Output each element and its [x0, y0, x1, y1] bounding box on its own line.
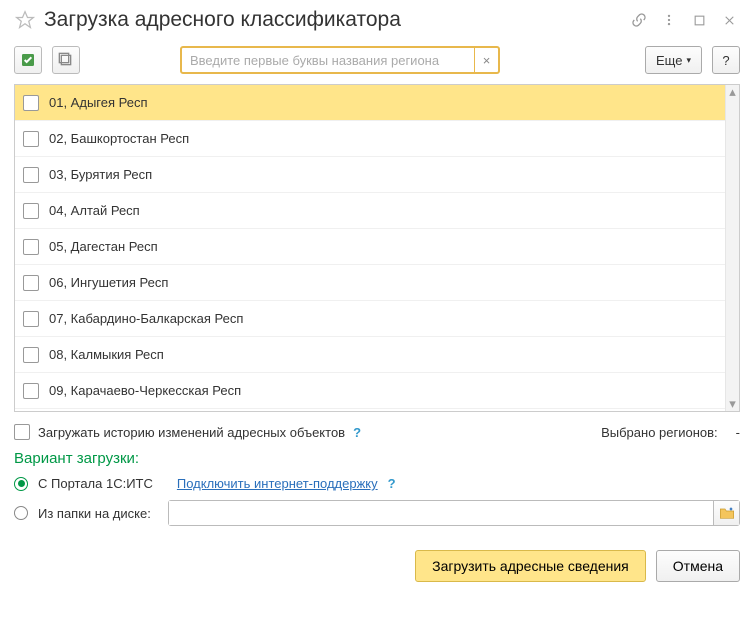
folder-path-field[interactable] [168, 500, 740, 526]
close-icon[interactable] [718, 9, 740, 31]
variant-section-label: Вариант загрузки: [0, 448, 754, 473]
load-button[interactable]: Загрузить адресные сведения [415, 550, 646, 582]
region-label: 08, Калмыкия Респ [49, 347, 164, 362]
region-label: 04, Алтай Респ [49, 203, 140, 218]
list-item[interactable]: 03, Бурятия Респ [15, 157, 725, 193]
chevron-down-icon: ▾ [686, 55, 691, 66]
help-button[interactable]: ? [712, 46, 740, 74]
checkbox-icon[interactable] [23, 311, 39, 327]
link-icon[interactable] [628, 9, 650, 31]
window-title: Загрузка адресного классификатора [44, 8, 620, 32]
region-label: 07, Кабардино-Балкарская Респ [49, 311, 243, 326]
connect-support-link[interactable]: Подключить интернет-поддержку [177, 476, 378, 491]
scrollbar[interactable]: ▴ ▾ [725, 85, 739, 411]
more-button[interactable]: Еще ▾ [645, 46, 702, 74]
folder-path-input[interactable] [169, 501, 713, 525]
folder-icon [719, 506, 735, 520]
list-item[interactable]: 01, Адыгея Респ [15, 85, 725, 121]
cancel-button[interactable]: Отмена [656, 550, 740, 582]
radio-portal-label: С Портала 1С:ИТС [38, 476, 153, 491]
checkbox-icon[interactable] [23, 203, 39, 219]
search-input[interactable] [182, 48, 474, 72]
region-label: 05, Дагестан Респ [49, 239, 158, 254]
help-icon[interactable]: ? [353, 425, 361, 440]
checkbox-icon[interactable] [23, 275, 39, 291]
region-label: 02, Башкортостан Респ [49, 131, 189, 146]
scroll-down-icon[interactable]: ▾ [726, 397, 739, 411]
scroll-up-icon[interactable]: ▴ [726, 85, 739, 99]
more-label: Еще [656, 53, 682, 68]
region-label: 01, Адыгея Респ [49, 95, 148, 110]
list-item[interactable]: 07, Кабардино-Балкарская Респ [15, 301, 725, 337]
search-field[interactable]: × [180, 46, 500, 74]
list-item[interactable]: 05, Дагестан Респ [15, 229, 725, 265]
load-history-checkbox[interactable] [14, 424, 30, 440]
browse-folder-button[interactable] [713, 501, 739, 525]
region-label: 06, Ингушетия Респ [49, 275, 168, 290]
selected-value: - [736, 425, 740, 440]
checkbox-icon[interactable] [23, 347, 39, 363]
selected-label: Выбрано регионов: [601, 425, 718, 440]
list-item[interactable]: 04, Алтай Респ [15, 193, 725, 229]
list-item[interactable]: 08, Калмыкия Респ [15, 337, 725, 373]
search-clear-button[interactable]: × [474, 48, 498, 72]
list-item[interactable]: 06, Ингушетия Респ [15, 265, 725, 301]
checkbox-icon[interactable] [23, 131, 39, 147]
checkbox-icon[interactable] [23, 95, 39, 111]
maximize-icon[interactable] [688, 9, 710, 31]
select-all-button[interactable] [14, 46, 42, 74]
radio-portal[interactable] [14, 477, 28, 491]
radio-folder-label: Из папки на диске: [38, 506, 158, 521]
checkbox-icon[interactable] [23, 167, 39, 183]
list-item[interactable]: 02, Башкортостан Респ [15, 121, 725, 157]
favorite-star-icon[interactable] [14, 9, 36, 31]
region-label: 03, Бурятия Респ [49, 167, 152, 182]
kebab-menu-icon[interactable] [658, 9, 680, 31]
list-item[interactable]: 09, Карачаево-Черкесская Респ [15, 373, 725, 409]
radio-folder[interactable] [14, 506, 28, 520]
checkbox-icon[interactable] [23, 239, 39, 255]
deselect-all-button[interactable] [52, 46, 80, 74]
regions-list: 01, Адыгея Респ 02, Башкортостан Респ 03… [14, 84, 740, 412]
load-history-label: Загружать историю изменений адресных объ… [38, 425, 345, 440]
checkbox-icon[interactable] [23, 383, 39, 399]
region-label: 09, Карачаево-Черкесская Респ [49, 383, 241, 398]
help-icon[interactable]: ? [388, 476, 396, 491]
